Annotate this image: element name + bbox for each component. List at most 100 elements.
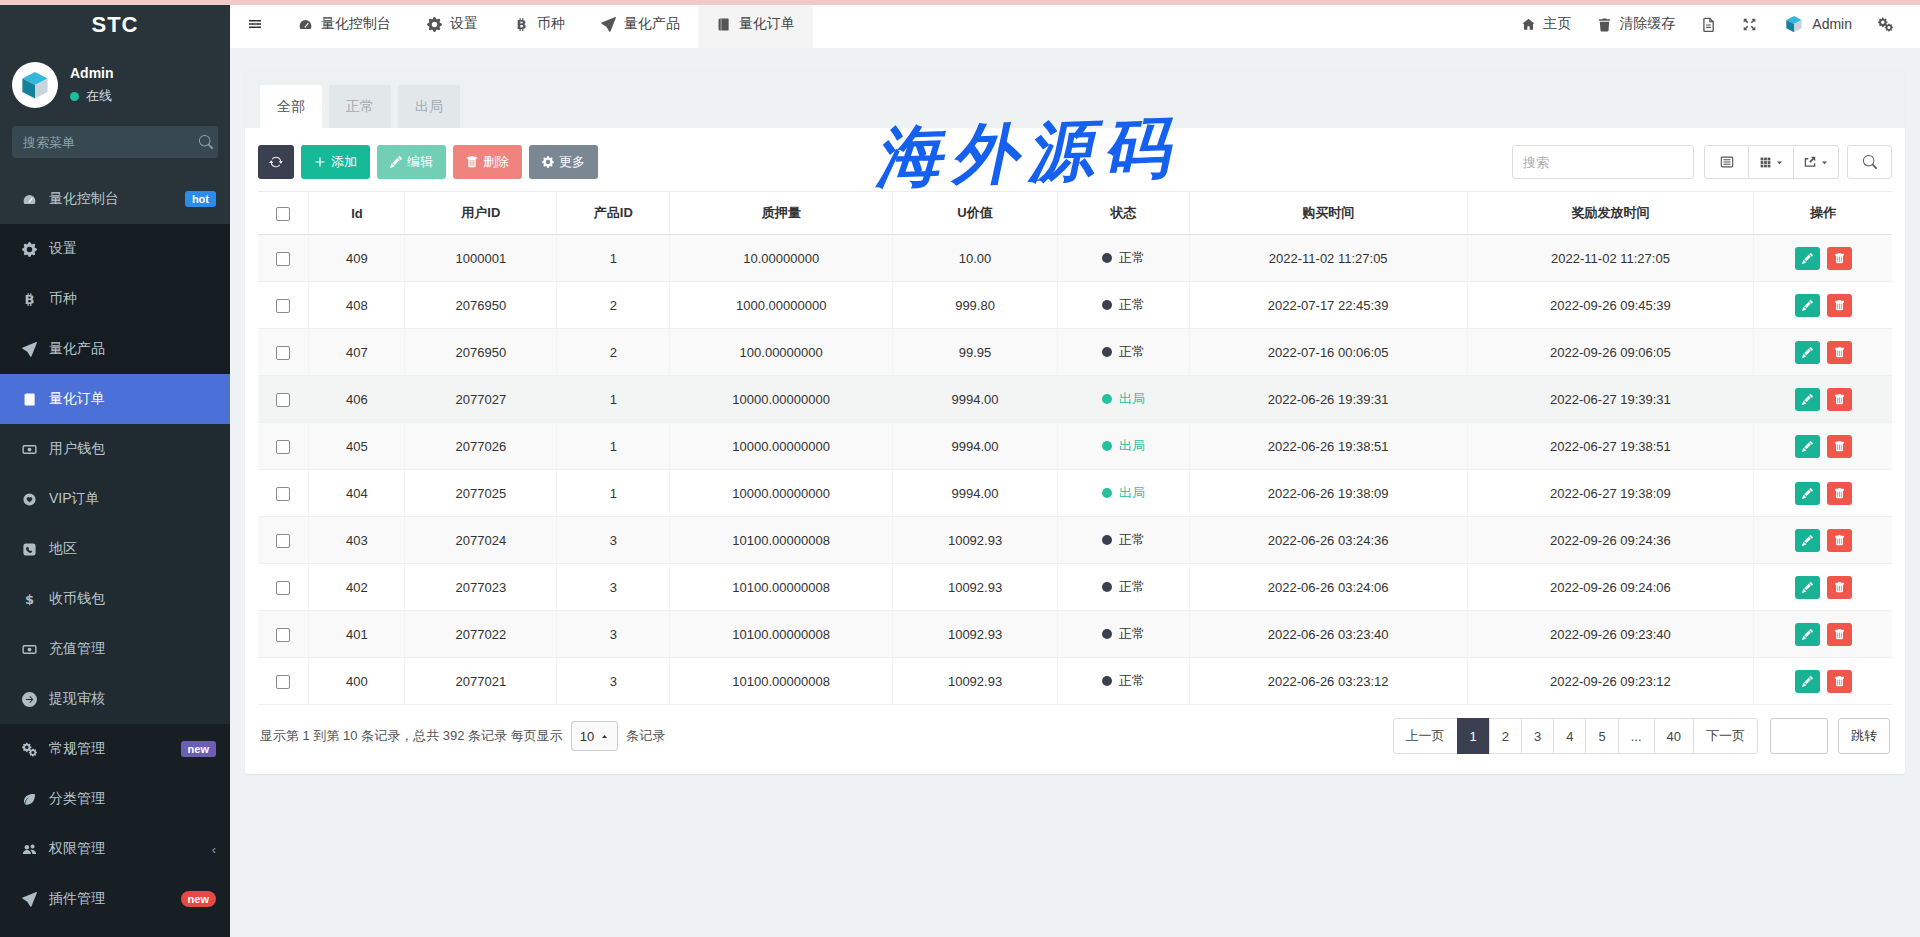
row-edit-button[interactable] bbox=[1795, 576, 1820, 599]
nav-home[interactable]: 主页 bbox=[1508, 0, 1584, 48]
row-edit-button[interactable] bbox=[1795, 482, 1820, 505]
column-header[interactable]: 用户ID bbox=[405, 192, 557, 235]
row-checkbox[interactable] bbox=[276, 393, 290, 407]
sidebar-item-7[interactable]: 地区 bbox=[0, 524, 230, 574]
page-4[interactable]: 4 bbox=[1553, 718, 1586, 754]
advanced-search-button[interactable] bbox=[1847, 145, 1892, 179]
sidebar-item-label: 充值管理 bbox=[49, 640, 216, 658]
sidebar-item-5[interactable]: 用户钱包 bbox=[0, 424, 230, 474]
row-checkbox[interactable] bbox=[276, 440, 290, 454]
column-header[interactable]: 购买时间 bbox=[1189, 192, 1467, 235]
row-edit-button[interactable] bbox=[1795, 294, 1820, 317]
filter-tab-0[interactable]: 全部 bbox=[260, 85, 322, 128]
search-icon[interactable] bbox=[199, 135, 213, 149]
sidebar-item-11[interactable]: 常规管理new bbox=[0, 724, 230, 774]
row-checkbox[interactable] bbox=[276, 534, 290, 548]
cell-product-id: 1 bbox=[557, 470, 670, 517]
row-delete-button[interactable] bbox=[1827, 294, 1852, 317]
column-header[interactable]: U价值 bbox=[893, 192, 1058, 235]
sidebar-toggle-button[interactable] bbox=[230, 0, 280, 48]
row-edit-button[interactable] bbox=[1795, 529, 1820, 552]
delete-button[interactable]: 删除 bbox=[453, 145, 522, 179]
row-edit-button[interactable] bbox=[1795, 247, 1820, 270]
page-3[interactable]: 3 bbox=[1521, 718, 1554, 754]
nav-tab-0[interactable]: 量化控制台 bbox=[280, 0, 409, 48]
sidebar-item-13[interactable]: 权限管理‹ bbox=[0, 824, 230, 874]
row-checkbox[interactable] bbox=[276, 628, 290, 642]
columns-button[interactable] bbox=[1749, 145, 1794, 179]
sidebar-item-0[interactable]: 量化控制台hot bbox=[0, 174, 230, 224]
filter-tab-2[interactable]: 出局 bbox=[398, 85, 460, 128]
jump-page-input[interactable] bbox=[1770, 718, 1828, 754]
page-下一页[interactable]: 下一页 bbox=[1693, 718, 1758, 754]
row-delete-button[interactable] bbox=[1827, 482, 1852, 505]
row-edit-button[interactable] bbox=[1795, 435, 1820, 458]
sidebar-item-8[interactable]: $收币钱包 bbox=[0, 574, 230, 624]
row-delete-button[interactable] bbox=[1827, 435, 1852, 458]
sidebar-item-12[interactable]: 分类管理 bbox=[0, 774, 230, 824]
export-button[interactable] bbox=[1794, 145, 1839, 179]
sidebar-item-3[interactable]: 量化产品 bbox=[0, 324, 230, 374]
row-edit-button[interactable] bbox=[1795, 341, 1820, 364]
select-all-checkbox[interactable] bbox=[276, 207, 290, 221]
column-header[interactable]: Id bbox=[309, 192, 405, 235]
column-header[interactable]: 操作 bbox=[1754, 192, 1892, 235]
row-checkbox[interactable] bbox=[276, 299, 290, 313]
page-2[interactable]: 2 bbox=[1489, 718, 1522, 754]
nav-fullscreen[interactable] bbox=[1729, 0, 1770, 48]
sidebar-item-4[interactable]: 量化订单 bbox=[0, 374, 230, 424]
nav-settings[interactable] bbox=[1865, 0, 1906, 48]
row-checkbox[interactable] bbox=[276, 581, 290, 595]
add-button[interactable]: 添加 bbox=[301, 145, 370, 179]
page-...[interactable]: ... bbox=[1618, 718, 1655, 754]
page-size-select[interactable]: 10 bbox=[571, 721, 618, 751]
more-button[interactable]: 更多 bbox=[529, 145, 598, 179]
nav-tab-2[interactable]: B币种 bbox=[496, 0, 583, 48]
row-checkbox[interactable] bbox=[276, 252, 290, 266]
nav-clear-cache[interactable]: 清除缓存 bbox=[1584, 0, 1688, 48]
row-edit-button[interactable] bbox=[1795, 388, 1820, 411]
list-icon bbox=[1720, 155, 1734, 169]
sidebar-item-6[interactable]: VIP订单 bbox=[0, 474, 230, 524]
column-header[interactable]: 产品ID bbox=[557, 192, 670, 235]
row-checkbox[interactable] bbox=[276, 675, 290, 689]
row-delete-button[interactable] bbox=[1827, 247, 1852, 270]
row-delete-button[interactable] bbox=[1827, 576, 1852, 599]
table-row: 4002077021310100.0000000810092.93正常2022-… bbox=[258, 658, 1892, 705]
row-edit-button[interactable] bbox=[1795, 670, 1820, 693]
sidebar-search-input[interactable] bbox=[23, 135, 199, 150]
sidebar-item-2[interactable]: B币种 bbox=[0, 274, 230, 324]
row-delete-button[interactable] bbox=[1827, 529, 1852, 552]
table-search-input[interactable] bbox=[1512, 145, 1694, 179]
page-上一页[interactable]: 上一页 bbox=[1393, 718, 1458, 754]
edit-button[interactable]: 编辑 bbox=[377, 145, 446, 179]
nav-tab-4[interactable]: 量化订单 bbox=[698, 0, 813, 48]
nav-tab-1[interactable]: 设置 bbox=[409, 0, 496, 48]
table-view-buttons bbox=[1704, 145, 1839, 179]
column-header[interactable]: 质押量 bbox=[670, 192, 893, 235]
page-40[interactable]: 40 bbox=[1654, 718, 1694, 754]
row-delete-button[interactable] bbox=[1827, 388, 1852, 411]
refresh-button[interactable] bbox=[258, 145, 294, 179]
nav-language[interactable] bbox=[1688, 0, 1729, 48]
sidebar-item-10[interactable]: 提现审核 bbox=[0, 674, 230, 724]
cell-product-id: 2 bbox=[557, 329, 670, 376]
row-edit-button[interactable] bbox=[1795, 623, 1820, 646]
filter-tab-1[interactable]: 正常 bbox=[329, 85, 391, 128]
page-5[interactable]: 5 bbox=[1585, 718, 1618, 754]
column-header[interactable]: 状态 bbox=[1057, 192, 1189, 235]
row-checkbox[interactable] bbox=[276, 346, 290, 360]
page-1[interactable]: 1 bbox=[1457, 718, 1490, 754]
nav-tab-3[interactable]: 量化产品 bbox=[583, 0, 698, 48]
nav-user[interactable]: Admin bbox=[1770, 0, 1865, 48]
sidebar-item-1[interactable]: 设置 bbox=[0, 224, 230, 274]
jump-button[interactable]: 跳转 bbox=[1838, 718, 1890, 754]
sidebar-item-14[interactable]: 插件管理new bbox=[0, 874, 230, 924]
row-delete-button[interactable] bbox=[1827, 623, 1852, 646]
row-delete-button[interactable] bbox=[1827, 670, 1852, 693]
sidebar-item-9[interactable]: 充值管理 bbox=[0, 624, 230, 674]
row-checkbox[interactable] bbox=[276, 487, 290, 501]
toggle-pagination-button[interactable] bbox=[1704, 145, 1749, 179]
row-delete-button[interactable] bbox=[1827, 341, 1852, 364]
column-header[interactable]: 奖励发放时间 bbox=[1467, 192, 1754, 235]
